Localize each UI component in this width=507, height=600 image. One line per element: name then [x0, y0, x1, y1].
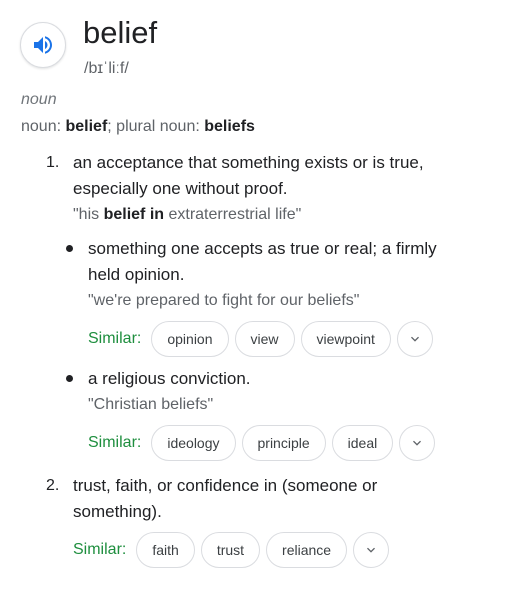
expand-similar-button[interactable] [353, 532, 390, 568]
similar-chip-ideal[interactable]: ideal [331, 425, 394, 461]
similar-chip-ideology[interactable]: ideology [151, 425, 236, 461]
sense-number: 2. [46, 477, 60, 494]
similar-label: Similar: [88, 434, 142, 451]
sense-definition: an acceptance that something exists or i… [73, 153, 424, 172]
pronunciation-button[interactable] [20, 22, 66, 68]
subsense-definition-cont: held opinion. [88, 265, 185, 284]
sense-definition-cont: especially one without proof. [73, 179, 288, 198]
plural-value: beliefs [204, 118, 255, 135]
similar-chip-principle[interactable]: principle [241, 425, 326, 461]
similar-row: Similar: ideology principle ideal [88, 424, 436, 462]
similar-chip-view[interactable]: view [234, 321, 295, 357]
subsense-example: "we're prepared to fight for our beliefs… [88, 292, 360, 309]
similar-chip-viewpoint[interactable]: viewpoint [300, 321, 391, 357]
chevron-down-icon [413, 440, 422, 446]
bullet [66, 375, 73, 382]
similar-row: Similar: opinion view viewpoint [88, 320, 433, 358]
sense-example: "his belief in extraterrestrial life" [73, 206, 302, 223]
part-of-speech: noun [21, 91, 57, 108]
subsense-definition: a religious conviction. [88, 369, 251, 388]
chevron-down-icon [367, 547, 376, 553]
similar-chip-faith[interactable]: faith [136, 532, 195, 568]
sense-number: 1. [46, 154, 60, 171]
volume-up-icon [34, 36, 52, 54]
similar-row: Similar: faith trust reliance [73, 531, 390, 569]
chevron-down-icon [410, 336, 419, 342]
sense-definition: trust, faith, or confidence in (someone … [73, 476, 378, 495]
similar-label: Similar: [73, 541, 127, 558]
subsense-example: "Christian beliefs" [88, 396, 214, 413]
similar-chip-reliance[interactable]: reliance [266, 532, 348, 568]
phonetic-transcription: /bɪˈliːf/ [84, 60, 129, 77]
headword: belief [83, 15, 158, 50]
plural-label: ; plural noun [107, 118, 196, 135]
noun-value: belief [65, 118, 108, 135]
expand-similar-button[interactable] [399, 425, 436, 461]
similar-label: Similar: [88, 330, 142, 347]
subsense-definition: something one accepts as true or real; a… [88, 239, 437, 258]
expand-similar-button[interactable] [396, 321, 433, 357]
word-forms: noun: belief; plural noun: beliefs [21, 118, 255, 135]
sense-definition-cont: something). [73, 502, 162, 521]
similar-chip-opinion[interactable]: opinion [151, 321, 229, 357]
similar-chip-trust[interactable]: trust [200, 532, 261, 568]
bullet [66, 245, 73, 252]
noun-label: noun [21, 118, 57, 135]
